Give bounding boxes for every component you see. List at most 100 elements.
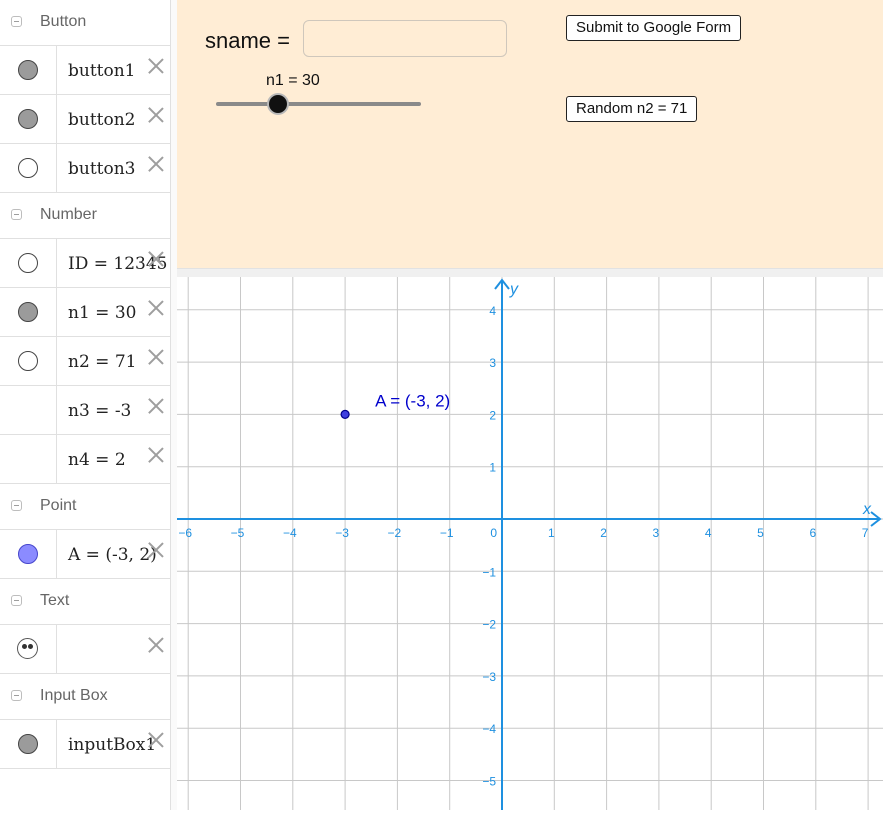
coordinate-plane[interactable]: x y −6 −5 −4 −3 −2 −1 0 1 2 3 4 5 6 7 4 3 2 1 −1 −2 −3 −4 −5 A = … [177,277,883,810]
delete-icon[interactable] [146,249,166,269]
algebra-view-divider[interactable] [170,0,177,810]
visibility-toggle-icon[interactable] [18,60,38,80]
sname-input[interactable] [303,20,507,57]
section-point: Point [0,484,170,530]
y-tick-label: −4 [482,722,496,736]
delete-icon[interactable] [146,347,166,367]
visibility-toggle-icon[interactable] [18,734,38,754]
sname-label: sname = [205,28,290,53]
collapse-icon[interactable] [11,500,22,511]
section-button: Button [0,0,170,46]
section-text: Text [0,579,170,625]
x-tick-label: 0 [490,526,497,540]
point-a[interactable] [340,409,350,419]
y-tick-label: −1 [482,565,496,579]
x-tick-label: −6 [178,526,192,540]
delete-icon[interactable] [146,445,166,465]
visibility-toggle-icon[interactable] [18,351,38,371]
algebra-row[interactable]: n2 = 71 [0,337,170,386]
n1-slider-track[interactable] [216,102,421,106]
algebra-row[interactable]: n1 = 30 [0,288,170,337]
n1-slider-label: n1 = 30 [266,72,320,89]
algebra-row[interactable]: A = (-3, 2) [0,530,170,579]
x-tick-label: 7 [862,526,869,540]
algebra-row-label[interactable]: button1 [68,61,136,81]
x-tick-label: −2 [388,526,402,540]
visibility-toggle-icon[interactable] [18,253,38,273]
algebra-row[interactable]: ID = 12345 [0,239,170,288]
x-tick-label: −5 [231,526,245,540]
algebra-row[interactable]: button2 [0,95,170,144]
visibility-toggle-icon[interactable] [18,109,38,129]
y-tick-label: −5 [482,775,496,789]
algebra-row-label[interactable]: n4 = 2 [68,450,126,470]
section-title: Button [40,13,87,30]
y-tick-label: 3 [489,356,496,370]
section-title: Point [40,497,77,514]
visibility-toggle-icon[interactable] [18,544,38,564]
algebra-row-label[interactable]: button3 [68,159,136,179]
marble-cell [0,625,57,673]
delete-icon[interactable] [146,154,166,174]
control-panel: sname = n1 = 30 Submit to Google Form Ra… [177,0,883,268]
marble-cell [0,435,57,483]
x-tick-label: 5 [757,526,764,540]
collapse-icon[interactable] [11,595,22,606]
algebra-row[interactable]: inputBox1 [0,720,170,769]
y-tick-label: 1 [489,461,496,475]
collapse-icon[interactable] [11,690,22,701]
section-title: Input Box [40,687,108,704]
quote-icon [17,638,38,659]
delete-icon[interactable] [146,298,166,318]
section-title: Text [40,592,70,609]
visibility-toggle-icon[interactable] [18,302,38,322]
point-a-label[interactable]: A = (-3, 2) [375,391,450,410]
collapse-icon[interactable] [11,16,22,27]
marble-cell [0,288,57,336]
delete-icon[interactable] [146,56,166,76]
algebra-row-label[interactable]: n3 = -3 [68,401,131,421]
y-tick-label: 2 [489,408,496,422]
algebra-row-label[interactable]: inputBox1 [68,735,156,755]
x-tick-label: −3 [335,526,349,540]
y-tick-label: 4 [489,304,496,318]
x-tick-label: −4 [283,526,297,540]
random-n2-button[interactable]: Random n2 = 71 [566,96,698,122]
algebra-row-label[interactable]: button2 [68,110,136,130]
section-number: Number [0,193,170,239]
x-tick-label: 1 [548,526,555,540]
y-tick-label: −2 [482,618,496,632]
algebra-row[interactable]: button3 [0,144,170,193]
x-axis-label: x [862,501,872,518]
marble-cell [0,337,57,385]
delete-icon[interactable] [146,730,166,750]
algebra-row[interactable]: n4 = 2 [0,435,170,484]
marble-cell [0,95,57,143]
section-title: Number [40,206,97,223]
algebra-row-label[interactable]: A = (-3, 2) [68,545,157,565]
y-axis-label: y [509,281,519,298]
submit-to-google-form-button[interactable]: Submit to Google Form [566,15,742,41]
algebra-row[interactable] [0,625,170,674]
y-tick-label: −3 [482,670,496,684]
section-input-box: Input Box [0,674,170,720]
delete-icon[interactable] [146,635,166,655]
delete-icon[interactable] [146,105,166,125]
marble-cell [0,386,57,434]
algebra-row-label[interactable]: n2 = 71 [68,352,136,372]
algebra-row[interactable]: button1 [0,46,170,95]
delete-icon[interactable] [146,396,166,416]
marble-cell [0,239,57,287]
n1-slider-thumb[interactable] [268,95,287,113]
visibility-toggle-icon[interactable] [18,158,38,178]
x-tick-label: 2 [600,526,607,540]
algebra-view: Button button1 button2 button3 Number ID = 12… [0,0,170,810]
delete-icon[interactable] [146,540,166,560]
collapse-icon[interactable] [11,209,22,220]
algebra-row-label[interactable]: n1 = 30 [68,303,136,323]
x-tick-label: 3 [653,526,660,540]
panel-divider [177,268,883,277]
algebra-row[interactable]: n3 = -3 [0,386,170,435]
graphics-view[interactable]: x y −6 −5 −4 −3 −2 −1 0 1 2 3 4 5 6 7 4 3 2 1 −1 −2 −3 −4 −5 A = … [177,277,883,810]
marble-cell [0,144,57,192]
